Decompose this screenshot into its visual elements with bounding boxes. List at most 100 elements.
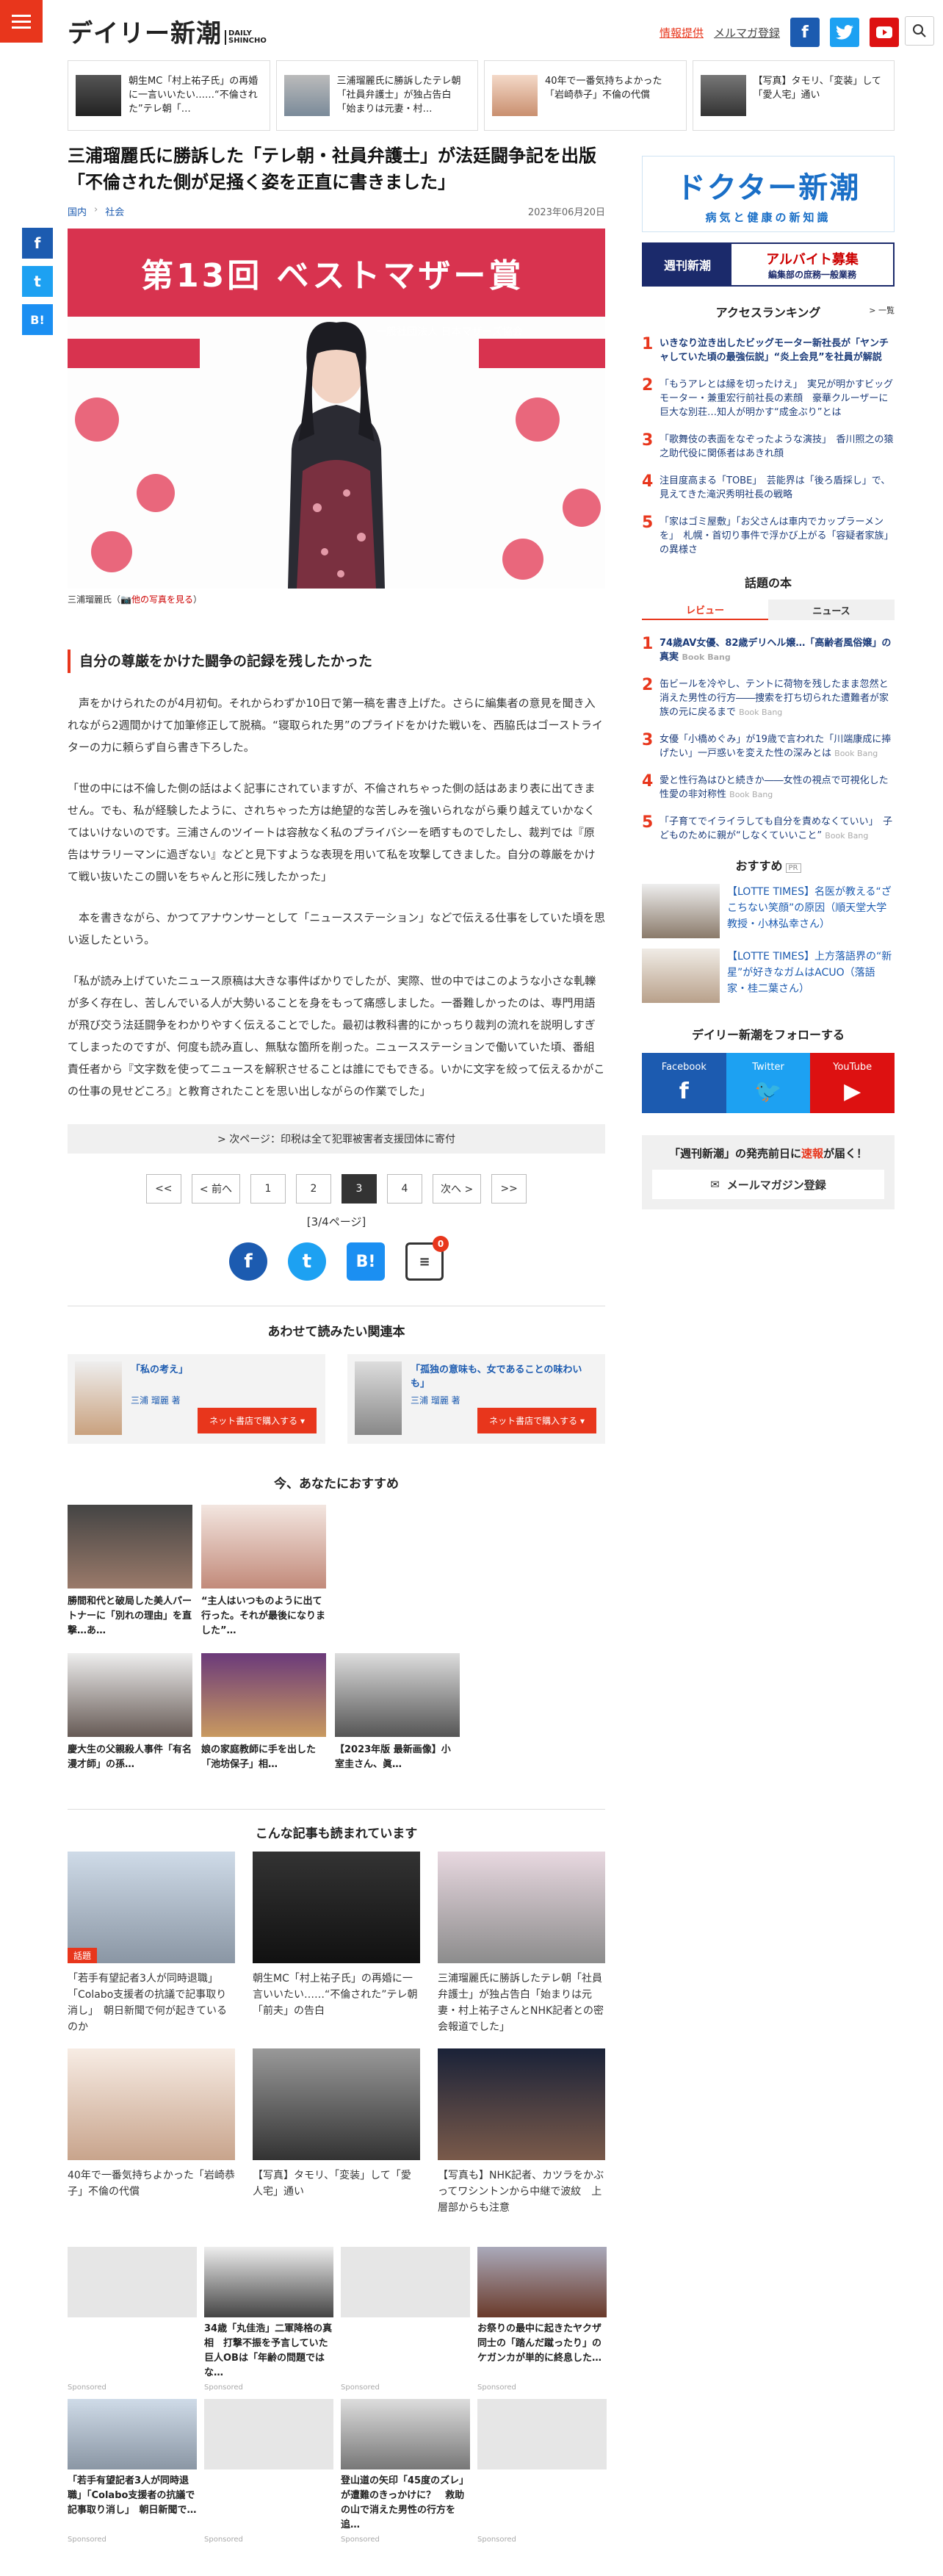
- hatena-bookmark-icon[interactable]: B!: [22, 304, 53, 335]
- follow-youtube-button[interactable]: YouTube ▶: [810, 1053, 895, 1113]
- book-card[interactable]: 「孤独の意味も、女であることの味わいも」 三浦 瑠麗 著 ネット書店で購入する …: [347, 1354, 605, 1444]
- sponsored-card[interactable]: Sponsored: [477, 2399, 607, 2544]
- breadcrumb-domestic[interactable]: 国内: [68, 204, 87, 218]
- sponsored-label: Sponsored: [204, 2383, 243, 2392]
- site-logo[interactable]: デイリー新潮 DAILY SHINCHO: [68, 13, 267, 49]
- recommend-card[interactable]: 娘の家庭教師に手を出した「池坊保子」相…: [201, 1653, 326, 1787]
- strip-item[interactable]: 朝生MC「村上祐子氏」の再婚に一言いいたい……“不倫された”テレ朝「…: [68, 60, 270, 131]
- recommend-text: 娘の家庭教師に手を出した「池坊保子」相…: [201, 1744, 317, 1770]
- facebook-icon[interactable]: f: [790, 18, 820, 47]
- menu-button[interactable]: [0, 0, 43, 43]
- page-4-button[interactable]: 4: [387, 1174, 422, 1204]
- sponsored-label: Sponsored: [477, 2536, 516, 2544]
- search-icon[interactable]: [905, 16, 934, 46]
- newsletter-signup-button[interactable]: ✉ メールマガジン登録: [652, 1170, 884, 1199]
- sponsored-text: [341, 2322, 470, 2381]
- sponsored-card[interactable]: 「若手有望記者3人が同時退職」「Colabo支援者の抗議で記事取り消し」 朝日新…: [68, 2399, 197, 2544]
- book-ranking-item[interactable]: 5 「子育てでイライラしても自分を責めなくていい」 子どものために親が“しなくてい…: [642, 815, 895, 843]
- also-read-card[interactable]: 三浦瑠麗氏に勝訴したテレ朝「社員弁護士」が独占告白「始まりは元妻・村上祐子さんと…: [438, 1852, 605, 2037]
- facebook-share-icon[interactable]: f: [229, 1242, 267, 1281]
- tab-news[interactable]: ニュース: [768, 600, 895, 620]
- twitter-icon[interactable]: [830, 18, 859, 47]
- ranking-more-link[interactable]: > 一覧: [869, 304, 895, 316]
- recommend-card[interactable]: 【2023年版 最新画像】小室圭さん、眞…: [335, 1653, 460, 1787]
- info-link[interactable]: 情報提供: [660, 25, 704, 40]
- doctor-shincho-banner[interactable]: ドクター新潮 病気と健康の新知識: [642, 156, 895, 232]
- follow-title: デイリー新潮をフォローする: [691, 1028, 845, 1042]
- hero-banner-subtext: 一般社団法人 日本マザーズ協会: [376, 326, 523, 338]
- newsletter-link[interactable]: メルマガ登録: [714, 25, 780, 40]
- first-page-button[interactable]: <<: [145, 1174, 181, 1204]
- follow-twitter-button[interactable]: Twitter 🐦: [726, 1053, 811, 1113]
- twitter-share-icon[interactable]: t: [288, 1242, 326, 1281]
- sponsored-card[interactable]: Sponsored: [341, 2247, 470, 2392]
- also-read-card[interactable]: 話題 「若手有望記者3人が同時退職」「Colabo支援者の抗議で記事取り消し」 朝…: [68, 1852, 235, 2037]
- next-page-link[interactable]: > 次ページ：印税は全て犯罪被害者支援団体に寄付: [68, 1124, 605, 1154]
- pr-badge: PR: [785, 863, 801, 873]
- also-read-thumbnail: 話題: [68, 1852, 235, 1963]
- recommend-card[interactable]: “主人はいつものように出て行った。それが最後になりました”…: [201, 1505, 326, 1638]
- job-banner[interactable]: 週刊新潮 アルバイト募集 編集部の庶務一般業務: [642, 242, 895, 287]
- hatena-bookmark-icon[interactable]: B!: [347, 1242, 385, 1281]
- page-3-button[interactable]: 3: [342, 1174, 377, 1204]
- more-photos-link[interactable]: 他の写真を見る: [131, 594, 193, 605]
- also-read-card[interactable]: 【写真も】NHK記者、カツラをかぶってワシントンから中継で波紋 上層部からも注意: [438, 2048, 605, 2234]
- pr-item[interactable]: 【LOTTE TIMES】名医が教える“ざこちない笑顔”の原因（順天堂大学教授・…: [642, 884, 895, 938]
- tab-review[interactable]: レビュー: [642, 600, 768, 620]
- ranking-title: アクセスランキング > 一覧: [715, 304, 895, 320]
- book-ranking-item[interactable]: 4 愛と性行為はひと続きか――女性の視点で可視化した性愛の非対称性 Book Ba…: [642, 774, 895, 802]
- book-title[interactable]: 「私の考え」: [131, 1363, 307, 1377]
- also-read-card[interactable]: 【写真】タモリ、「変装」して「愛人宅」通い: [253, 2048, 420, 2234]
- book-cover: [75, 1361, 122, 1435]
- pr-thumbnail: [642, 949, 720, 1003]
- book-title[interactable]: 「孤独の意味も、女であることの味わいも」: [411, 1363, 587, 1391]
- ranking-item[interactable]: 4 注目度高まる「TOBE」 芸能界は「後ろ盾採し」で、見えてきた滝沢秀明社長の戦…: [642, 474, 895, 502]
- also-read-card[interactable]: 朝生MC「村上祐子氏」の再婚に一言いいたい……“不倫された”テレ朝「前夫」の告白: [253, 1852, 420, 2037]
- buy-book-button[interactable]: ネット書店で購入する ▾: [477, 1408, 596, 1433]
- recommend-card[interactable]: 慶大生の父親殺人事件「有名漫才師」の孫…: [68, 1653, 192, 1787]
- pagination: << < 前へ 1 2 3 4 次へ > >>: [68, 1174, 605, 1204]
- sponsored-card[interactable]: お祭りの最中に起きたヤクザ同士の「踏んだ蹴ったり」のケガンカが単的に終息した… S…: [477, 2247, 607, 2392]
- pr-item[interactable]: 【LOTTE TIMES】上方落語界の“新星”が好きなガムはACUO（落語家・桂…: [642, 949, 895, 1003]
- book-cover: [355, 1361, 402, 1435]
- book-card[interactable]: 「私の考え」 三浦 瑠麗 著 ネット書店で購入する ▾: [68, 1354, 325, 1444]
- also-read-thumbnail: [438, 2048, 605, 2160]
- ranking-item[interactable]: 2 「もうアレとは縁を切ったけえ」 実兄が明かすビッグモーター・兼重宏行前社長の素…: [642, 378, 895, 420]
- also-read-card[interactable]: 40年で一番気持ちよかった「岩崎恭子」不倫の代償: [68, 2048, 235, 2234]
- hero-image[interactable]: 第13回 ベストマザー賞 一般社団法人 日本マザーズ協会: [68, 229, 605, 589]
- sponsored-card[interactable]: 登山道の矢印「45度のズレ」が遭難のきっかけに？ 救助の山で消えた男性の行方を追…: [341, 2399, 470, 2544]
- page-1-button[interactable]: 1: [250, 1174, 286, 1204]
- book-ranking-item[interactable]: 3 女優「小橋めぐみ」が19歳で言われた「川端康成に捧げたい」一戸惑いを変えた性の…: [642, 733, 895, 760]
- follow-facebook-button[interactable]: Facebook f: [642, 1053, 726, 1113]
- comment-icon[interactable]: ≡ 0: [405, 1236, 449, 1281]
- youtube-icon[interactable]: [870, 18, 899, 47]
- book-ranking-item[interactable]: 1 74歳AV女優、82歳デリヘル嬢…「高齢者風俗嬢」の真実 Book Bang: [642, 636, 895, 664]
- ranking-item[interactable]: 3 「歌舞伎の表面をなぞったような演技」 香川照之の猿之助代役に関係者はあきれ顔: [642, 433, 895, 461]
- sponsored-card[interactable]: 34歳「丸佳浩」二軍降格の真相 打撃不振を予言していた巨人OBは「年齢の問題では…: [204, 2247, 333, 2392]
- next-page-button[interactable]: 次へ >: [433, 1174, 482, 1204]
- sponsored-card[interactable]: Sponsored: [68, 2247, 197, 2392]
- page-2-button[interactable]: 2: [296, 1174, 331, 1204]
- sponsored-label: Sponsored: [477, 2383, 516, 2392]
- strip-item[interactable]: 【写真】タモリ、「変装」して「愛人宅」通い: [692, 60, 895, 131]
- also-read-text: 【写真も】NHK記者、カツラをかぶってワシントンから中継で波紋 上層部からも注意: [438, 2170, 604, 2214]
- ranking-item[interactable]: 1 いきなり泣き出したビッグモーター新社長が「ヤンチャしていた頃の最強伝説」“炎上…: [642, 337, 895, 364]
- chevron-right-icon: ›: [94, 204, 98, 215]
- twitter-share-icon[interactable]: t: [22, 266, 53, 297]
- book-ranking-item[interactable]: 2 缶ビールを冷やし、テントに荷物を残したまま忽然と消えた男性の行方――捜索を打ち…: [642, 677, 895, 719]
- article-paragraph: 「世の中には不倫した側の話はよく記事にされていますが、不倫されちゃった側の話はあ…: [68, 782, 596, 883]
- strip-item[interactable]: 40年で一番気持ちよかった「岩崎恭子」不倫の代償: [484, 60, 687, 131]
- ranking-item[interactable]: 5 「家はゴミ屋敷」「お父さんは車内でカップラーメンを」 札幌・首切り事件で浮かび…: [642, 515, 895, 557]
- buy-book-button[interactable]: ネット書店で購入する ▾: [198, 1408, 317, 1433]
- sponsored-text: [68, 2322, 197, 2381]
- page-count: [3/4ページ]: [306, 1215, 366, 1228]
- sponsored-card[interactable]: Sponsored: [204, 2399, 333, 2544]
- last-page-button[interactable]: >>: [491, 1174, 527, 1204]
- recommend-card[interactable]: 勝間和代と破局した美人パートナーに「別れの理由」を直撃…あ…: [68, 1505, 192, 1638]
- sponsored-text: 登山道の矢印「45度のズレ」が遭難のきっかけに？ 救助の山で消えた男性の行方を追…: [341, 2475, 469, 2530]
- strip-item[interactable]: 三浦瑠麗氏に勝訴したテレ朝「社員弁護士」が独占告白「始まりは元妻・村…: [275, 60, 478, 131]
- banner-title: ドクター新潮: [676, 170, 861, 205]
- prev-page-button[interactable]: < 前へ: [191, 1174, 240, 1204]
- facebook-share-icon[interactable]: f: [22, 228, 53, 259]
- breadcrumb-society[interactable]: 社会: [105, 204, 124, 218]
